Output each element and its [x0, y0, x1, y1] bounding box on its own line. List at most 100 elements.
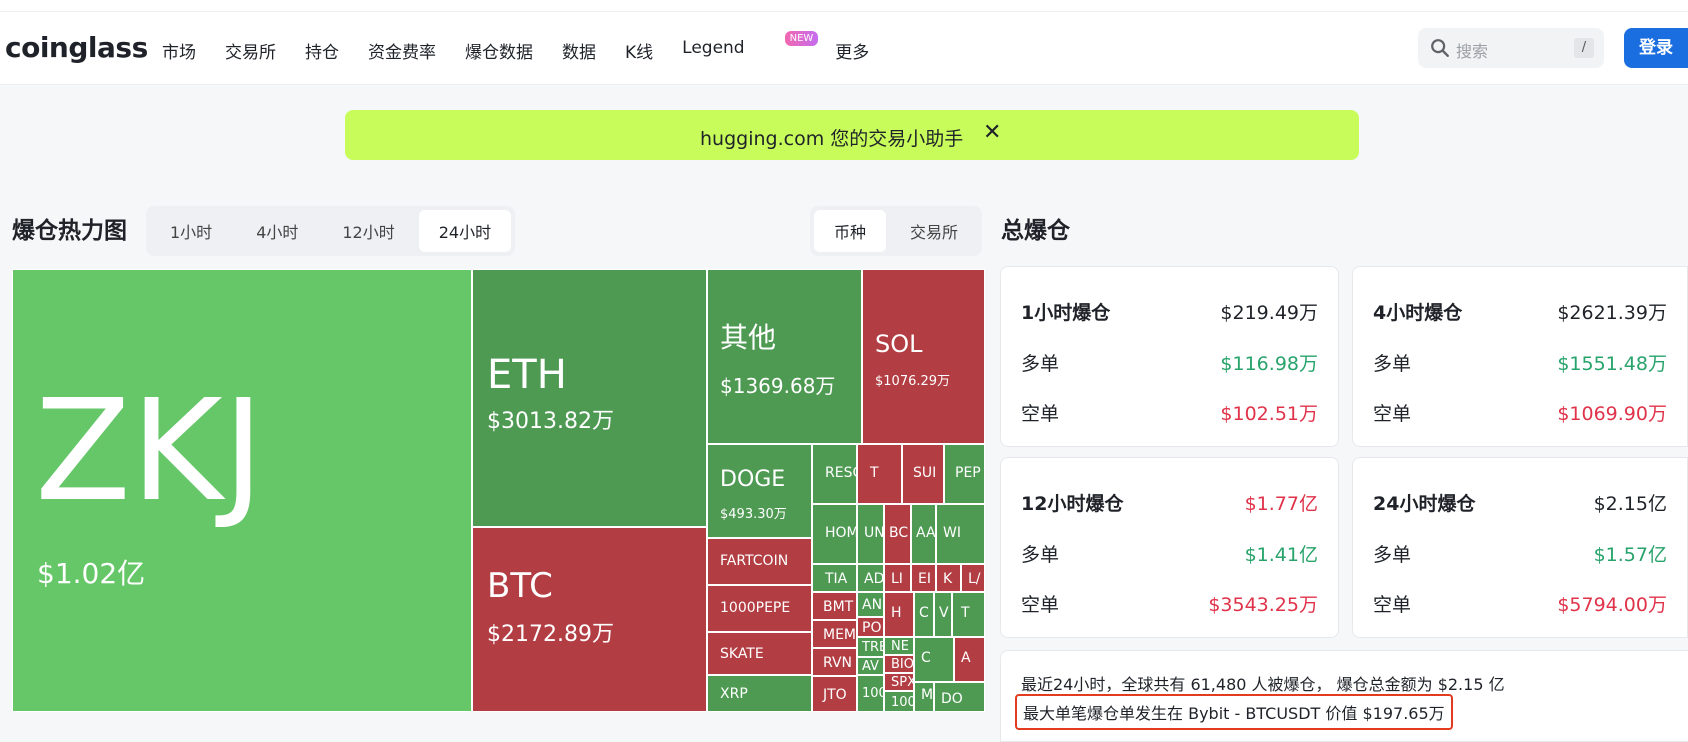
treemap-cell-h-38[interactable]: H	[884, 592, 914, 637]
treemap-value: $3013.82万	[487, 409, 614, 434]
treemap-cell-100-37[interactable]: 100	[884, 691, 914, 712]
treemap-cell-c-39[interactable]: C	[914, 592, 934, 637]
treemap-cell-a-44[interactable]: A	[954, 637, 985, 682]
treemap-symbol: MEM	[823, 627, 857, 643]
treemap-cell-li-21[interactable]: LI	[884, 564, 911, 592]
treemap-cell-k-23[interactable]: K	[936, 564, 961, 592]
treemap-cell-v-40[interactable]: V	[934, 592, 952, 637]
treemap-cell-100-33[interactable]: 100	[857, 675, 884, 712]
promo-banner[interactable]: hugging.com 您的交易小助手 ✕	[345, 110, 1359, 160]
tab-coin[interactable]: 币种	[814, 210, 887, 252]
tab-4h[interactable]: 4小时	[236, 210, 318, 252]
treemap-symbol: SUI	[913, 465, 937, 481]
treemap-symbol: DO	[941, 691, 963, 707]
treemap-cell-un-15[interactable]: UN	[857, 504, 884, 564]
treemap-cell-rvn-29[interactable]: RVN	[812, 648, 857, 676]
login-button[interactable]: 登录	[1624, 28, 1688, 68]
treemap-cell-xrp-9[interactable]: XRP	[707, 675, 812, 712]
treemap-symbol: C	[921, 650, 931, 666]
treemap-symbol: SKATE	[720, 646, 764, 662]
treemap-cell-wi-18[interactable]: WI	[936, 504, 985, 564]
treemap-cell-bio-35[interactable]: BIO	[884, 655, 914, 673]
treemap-symbol: ZKJ	[35, 370, 265, 533]
treemap-cell-sol-4[interactable]: SOL $1076.29万	[862, 269, 985, 444]
treemap-cell-bc-16[interactable]: BC	[884, 504, 911, 564]
tab-1h[interactable]: 1小时	[150, 210, 232, 252]
nav-open-interest[interactable]: 持仓	[305, 38, 339, 63]
card-row-value: $2621.39万	[1557, 302, 1667, 324]
close-icon[interactable]: ✕	[983, 120, 1001, 145]
card-row-label: 12小时爆仓	[1021, 493, 1124, 515]
treemap-value: $1076.29万	[875, 374, 951, 389]
treemap-cell-m-43[interactable]: M	[914, 682, 934, 712]
treemap-cell-tre-30[interactable]: TRE	[857, 637, 884, 657]
treemap-cell-hom-14[interactable]: HOM	[812, 504, 857, 564]
totals-title: 总爆仓	[1001, 218, 1070, 244]
nav-legend[interactable]: Legend NEW	[682, 31, 819, 63]
treemap-cell-pep-13[interactable]: PEP	[944, 444, 985, 504]
nav-liquidation-data[interactable]: 爆仓数据	[465, 38, 533, 63]
treemap-symbol: AV	[862, 659, 879, 674]
treemap-cell-an-26[interactable]: AN	[857, 592, 884, 617]
treemap-cell-av-32[interactable]: AV	[857, 657, 884, 675]
treemap-cell-aa-17[interactable]: AA	[911, 504, 936, 564]
treemap-symbol: T	[870, 465, 879, 481]
nav-market[interactable]: 市场	[162, 38, 196, 63]
treemap-cell-reso-10[interactable]: RESO	[812, 444, 857, 504]
treemap-symbol: SOL	[875, 330, 923, 358]
treemap-cell-mem-27[interactable]: MEM	[812, 620, 857, 648]
banner-text[interactable]: hugging.com 您的交易小助手	[700, 124, 963, 151]
nav-kline[interactable]: K线	[625, 38, 653, 63]
treemap-cell-c-42[interactable]: C	[914, 637, 954, 682]
card-row-label: 空单	[1021, 403, 1060, 425]
card-row-value: $1069.90万	[1557, 403, 1667, 425]
card-row-value: $219.49万	[1220, 302, 1318, 324]
card-row-label: 多单	[1373, 544, 1412, 566]
treemap-cell-tia-19[interactable]: TIA	[812, 564, 857, 592]
treemap-symbol: XRP	[720, 686, 748, 702]
treemap-cell-doge-5[interactable]: DOGE $493.30万	[707, 444, 812, 538]
treemap-cell-fartcoin-6[interactable]: FARTCOIN	[707, 538, 812, 585]
treemap-symbol: BIO	[891, 657, 914, 672]
tab-exchange[interactable]: 交易所	[890, 210, 978, 252]
heatmap-title: 爆仓热力图	[12, 218, 127, 244]
treemap-symbol: V	[939, 605, 949, 621]
treemap-cell-ad-20[interactable]: AD	[857, 564, 884, 592]
treemap-symbol: K	[943, 571, 953, 587]
new-badge: NEW	[784, 31, 819, 46]
nav-more[interactable]: 更多	[835, 38, 869, 63]
card-row-value: $1551.48万	[1557, 353, 1667, 375]
treemap-symbol: HOM	[825, 525, 857, 541]
treemap-cell-ei-22[interactable]: EI	[911, 564, 936, 592]
treemap-symbol: JTO	[823, 687, 847, 703]
treemap-cell-l-24[interactable]: L/	[961, 564, 985, 592]
treemap-cell-eth-1[interactable]: ETH $3013.82万	[472, 269, 707, 527]
tab-24h[interactable]: 24小时	[418, 210, 512, 252]
treemap-cell-btc-2[interactable]: BTC $2172.89万	[472, 527, 707, 712]
treemap-cell-t-41[interactable]: T	[952, 592, 985, 637]
treemap-cell-jto-31[interactable]: JTO	[812, 676, 857, 712]
summary-line-2: 最大单笔爆仓单发生在 Bybit - BTCUSDT 价值 $197.65万	[1015, 694, 1453, 730]
treemap-cell-t-11[interactable]: T	[857, 444, 902, 504]
treemap-cell-ne-34[interactable]: NE	[884, 637, 914, 655]
treemap-cell-po-28[interactable]: PO	[857, 617, 884, 637]
group-tabs: 币种 交易所	[810, 206, 983, 256]
treemap-cell--3[interactable]: 其他 $1369.68万	[707, 269, 862, 444]
card-row-long: 多单 $1551.48万	[1373, 349, 1667, 379]
treemap-cell-bmt-25[interactable]: BMT	[812, 592, 857, 620]
nav-exchanges[interactable]: 交易所	[225, 38, 276, 63]
treemap-cell-zkj-0[interactable]: ZKJ $1.02亿	[12, 269, 472, 712]
treemap-cell-1000pepe-7[interactable]: 1000PEPE	[707, 585, 812, 632]
treemap-cell-skate-8[interactable]: SKATE	[707, 632, 812, 675]
treemap-symbol: C	[919, 605, 929, 621]
logo[interactable]: coinglass	[5, 31, 148, 64]
treemap-cell-sui-12[interactable]: SUI	[902, 444, 944, 504]
tab-12h[interactable]: 12小时	[322, 210, 414, 252]
nav-data[interactable]: 数据	[562, 38, 596, 63]
treemap-cell-do-45[interactable]: DO	[934, 682, 985, 712]
treemap-symbol: UN	[864, 525, 884, 541]
nav-funding-rate[interactable]: 资金费率	[368, 38, 436, 63]
card-row-value: $116.98万	[1220, 353, 1318, 375]
treemap-cell-spx-36[interactable]: SPX	[884, 673, 914, 691]
search-box[interactable]: 搜索 /	[1418, 28, 1604, 68]
